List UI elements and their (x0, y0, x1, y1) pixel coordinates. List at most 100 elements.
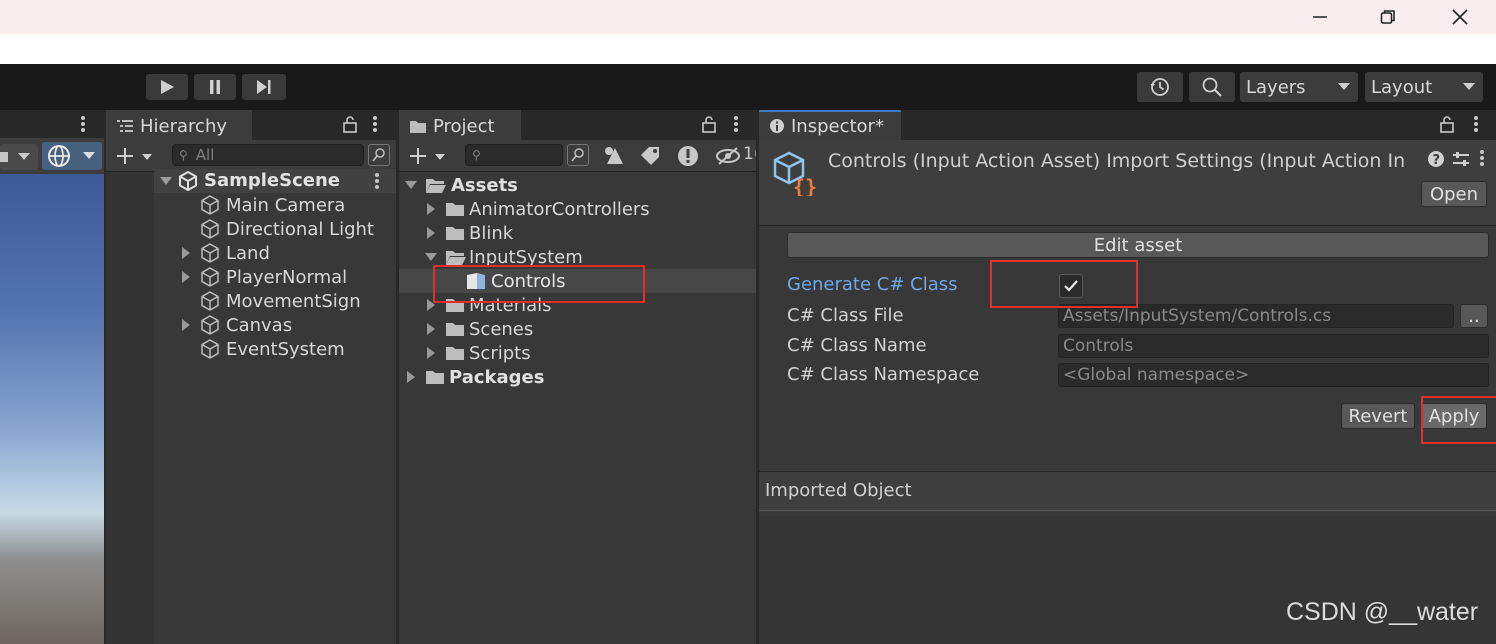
expand-arrow-icon[interactable] (182, 247, 190, 259)
lock-icon[interactable] (701, 115, 717, 133)
scene-view[interactable] (0, 110, 104, 644)
filter-by-type-icon[interactable] (603, 146, 625, 166)
tab-project[interactable]: Project (399, 110, 521, 140)
list-item-label: Canvas (226, 314, 293, 336)
tree-item-packages[interactable]: Packages (399, 365, 756, 389)
list-item[interactable]: Main Camera (154, 193, 396, 217)
list-item[interactable]: Canvas (154, 313, 396, 337)
tab-inspector[interactable]: Inspector* (759, 110, 901, 140)
create-dropdown[interactable] (407, 144, 451, 168)
list-item[interactable]: Directional Light (154, 217, 396, 241)
restore-button[interactable] (1360, 0, 1416, 34)
filter-by-label-icon[interactable] (639, 146, 661, 166)
list-item-label: Main Camera (226, 194, 346, 216)
browse-button[interactable]: .. (1460, 304, 1488, 328)
folder-icon (426, 371, 444, 384)
minimize-button[interactable] (1292, 0, 1348, 34)
preset-settings-icon[interactable] (1451, 150, 1471, 168)
highlight-box-apply (1421, 396, 1496, 444)
lock-icon[interactable] (342, 115, 358, 133)
svg-text:?: ? (1433, 153, 1441, 168)
help-icon[interactable]: ? (1427, 150, 1445, 168)
info-icon (770, 119, 784, 133)
gameobject-cube-icon (201, 195, 219, 215)
tree-item-assets[interactable]: Assets (399, 173, 756, 197)
list-icon (117, 120, 133, 132)
minimize-icon (1313, 16, 1327, 18)
close-window-button[interactable] (1432, 0, 1488, 34)
create-dropdown[interactable] (114, 144, 158, 168)
tree-item-label: AnimatorControllers (469, 198, 650, 220)
edit-asset-button[interactable]: Edit asset (787, 232, 1489, 258)
chevron-down-icon (83, 152, 95, 159)
folder-open-icon (426, 179, 446, 193)
svg-text:{}: {} (793, 175, 817, 196)
more-options-icon[interactable] (1471, 114, 1481, 134)
list-item[interactable]: MovementSign (154, 289, 396, 313)
search-filter-icon (372, 148, 385, 162)
expand-arrow-icon[interactable] (182, 319, 190, 331)
pause-button[interactable] (194, 74, 236, 100)
list-item-label: MovementSign (226, 290, 361, 312)
imported-object-header: Imported Object (759, 472, 1496, 510)
undo-history-button[interactable] (1137, 72, 1183, 102)
project-search-input[interactable]: ⚲ (465, 144, 563, 166)
scene-viewport[interactable] (0, 174, 104, 644)
hierarchy-search-input[interactable]: ⚲ All (172, 144, 364, 166)
class-file-label: C# Class File (787, 305, 904, 326)
tree-item-folder[interactable]: Scenes (399, 317, 756, 341)
gameobject-cube-icon (201, 243, 219, 263)
search-by-type-button[interactable] (567, 144, 589, 166)
tree-item-folder[interactable]: Blink (399, 221, 756, 245)
more-options-icon[interactable] (370, 114, 380, 134)
warning-icon[interactable] (677, 145, 699, 167)
expand-arrow-icon[interactable] (425, 253, 437, 261)
search-by-type-button[interactable] (368, 144, 390, 166)
scene-header-row[interactable]: SampleScene (154, 169, 396, 193)
lock-icon[interactable] (1439, 115, 1455, 133)
scene-tab-strip (0, 110, 104, 138)
tab-hierarchy-label: Hierarchy (140, 115, 228, 137)
play-button[interactable] (146, 74, 188, 100)
list-item[interactable]: PlayerNormal (154, 265, 396, 289)
class-name-field[interactable]: Controls (1058, 334, 1489, 358)
hidden-visibility-icon[interactable] (715, 146, 741, 166)
more-options-icon[interactable] (78, 114, 88, 134)
more-options-icon[interactable] (372, 171, 382, 191)
gizmo-dropdown[interactable] (42, 142, 102, 170)
list-item-label: EventSystem (226, 338, 345, 360)
list-item[interactable]: EventSystem (154, 337, 396, 361)
inspector-panel: Inspector* {} Controls (Input Action Ass… (759, 110, 1496, 644)
search-button[interactable] (1189, 72, 1235, 102)
revert-button[interactable]: Revert (1341, 403, 1415, 429)
expand-arrow-icon[interactable] (407, 371, 415, 383)
expand-arrow-icon[interactable] (427, 227, 435, 239)
more-options-icon[interactable] (1477, 148, 1487, 168)
namespace-field[interactable]: <Global namespace> (1058, 363, 1489, 387)
camera-dropdown[interactable] (0, 144, 38, 170)
layers-dropdown[interactable]: Layers (1240, 72, 1358, 102)
restore-icon (1380, 10, 1395, 24)
search-icon: ⚲ (472, 148, 481, 162)
step-button[interactable] (242, 74, 286, 100)
list-item-label: Land (226, 242, 270, 264)
layout-dropdown[interactable]: Layout (1365, 72, 1483, 102)
expand-arrow-icon[interactable] (160, 177, 172, 185)
tree-item-folder[interactable]: Scripts (399, 341, 756, 365)
hierarchy-toolbar: ⚲ All (106, 140, 396, 172)
step-icon (257, 80, 271, 94)
tree-item-folder[interactable]: AnimatorControllers (399, 197, 756, 221)
expand-arrow-icon[interactable] (405, 181, 417, 189)
more-options-icon[interactable] (731, 114, 741, 134)
folder-icon (446, 227, 464, 240)
expand-arrow-icon[interactable] (427, 347, 435, 359)
inspector-title: Controls (Input Action Asset) Import Set… (828, 150, 1406, 172)
list-item[interactable]: Land (154, 241, 396, 265)
open-button[interactable]: Open (1421, 181, 1487, 207)
expand-arrow-icon[interactable] (427, 203, 435, 215)
tab-hierarchy[interactable]: Hierarchy (106, 110, 252, 140)
expand-arrow-icon[interactable] (427, 323, 435, 335)
expand-arrow-icon[interactable] (182, 271, 190, 283)
hierarchy-panel: Hierarchy ⚲ All SampleScene Main Camera … (106, 110, 396, 644)
generate-class-label: Generate C# Class (787, 274, 958, 295)
